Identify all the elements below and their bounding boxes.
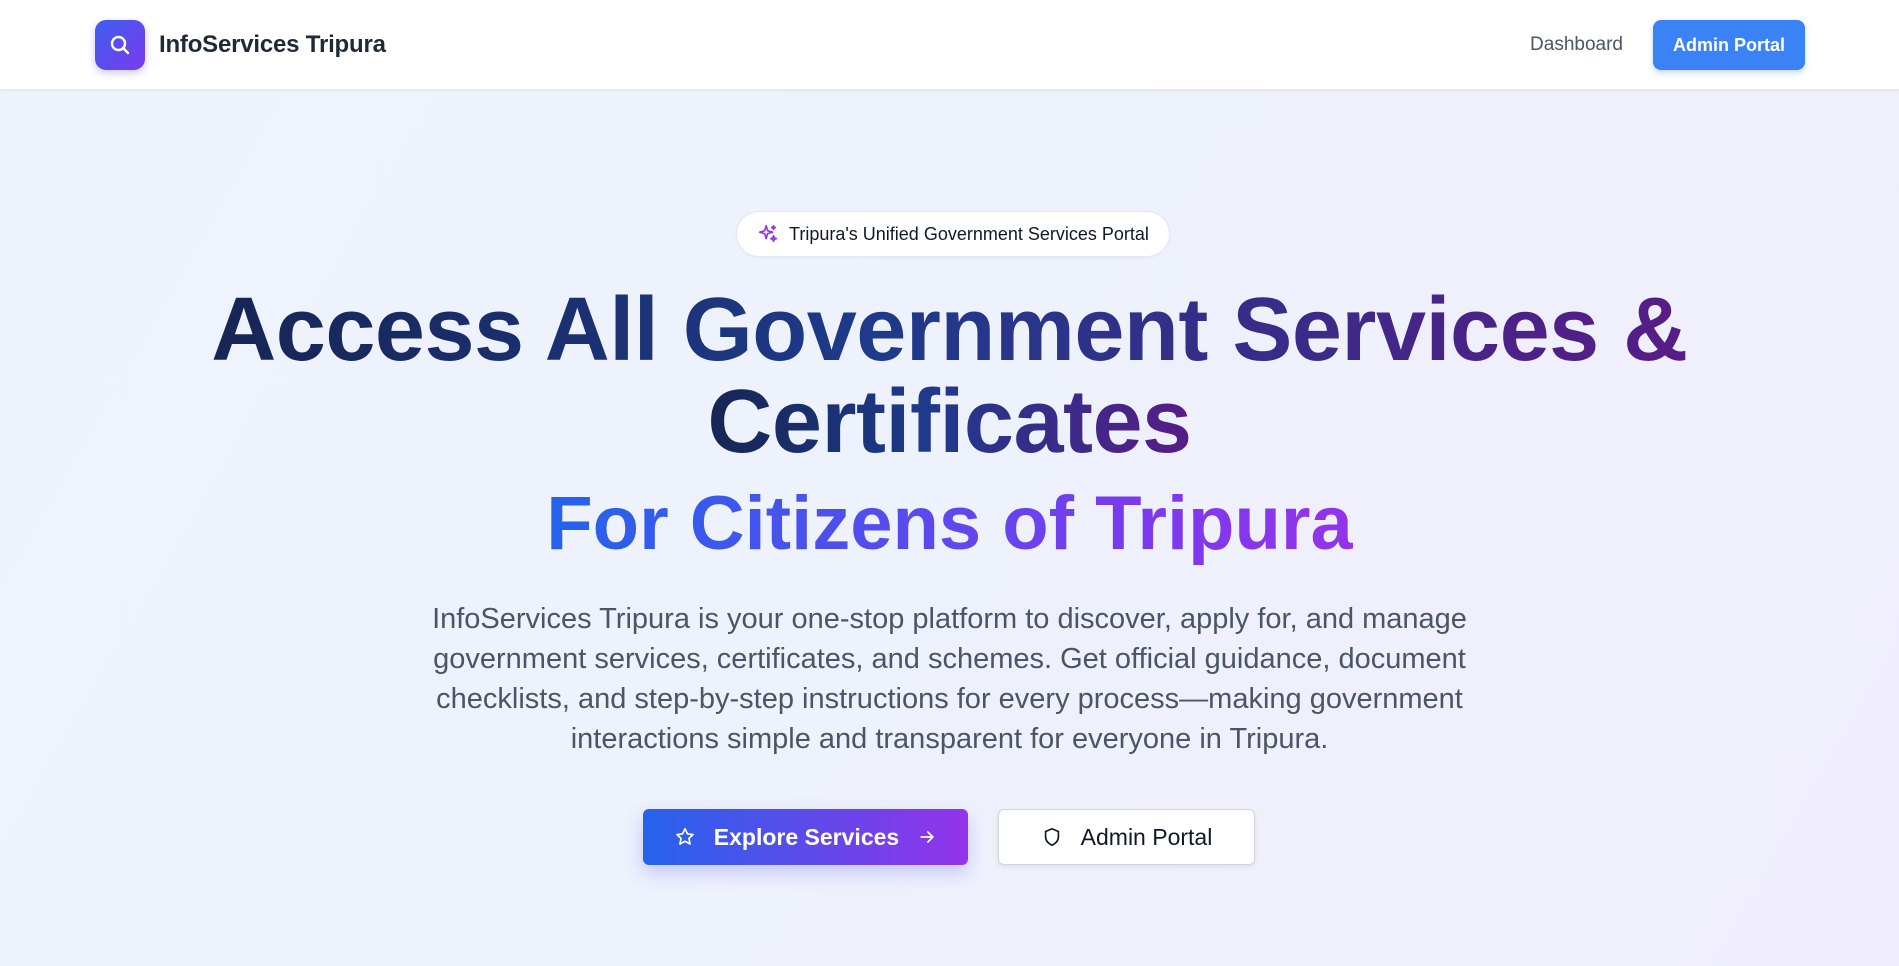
top-nav: Dashboard Admin Portal <box>1530 20 1805 70</box>
shield-icon <box>1041 826 1063 848</box>
search-icon <box>108 33 132 57</box>
sparkles-icon <box>757 223 779 245</box>
portal-badge-text: Tripura's Unified Government Services Po… <box>789 223 1149 244</box>
star-icon <box>674 826 696 848</box>
nav-dashboard-link[interactable]: Dashboard <box>1530 34 1623 56</box>
nav-admin-portal-button[interactable]: Admin Portal <box>1652 20 1805 70</box>
arrow-right-icon <box>917 827 937 847</box>
admin-portal-label: Admin Portal <box>1080 823 1213 850</box>
brand-name: InfoServices Tripura <box>159 31 386 58</box>
brand[interactable]: InfoServices Tripura <box>95 20 386 70</box>
hero-headline-line1: Access All Government Services & <box>211 280 1688 380</box>
hero-subheadline-text: For Citizens of Tripura <box>546 479 1353 569</box>
explore-services-button[interactable]: Explore Services <box>643 809 968 865</box>
brand-logo[interactable] <box>95 20 145 70</box>
portal-badge: Tripura's Unified Government Services Po… <box>736 211 1170 257</box>
hero-description: InfoServices Tripura is your one-stop pl… <box>432 603 1467 755</box>
top-navbar: InfoServices Tripura Dashboard Admin Por… <box>0 0 1899 90</box>
hero-headline-line2: Certificates <box>707 372 1192 472</box>
hero-headline: Access All Government Services & Certifi… <box>0 284 1899 468</box>
hero-section: Tripura's Unified Government Services Po… <box>0 89 1899 966</box>
admin-portal-button[interactable]: Admin Portal <box>998 809 1255 865</box>
explore-services-label: Explore Services <box>713 823 900 850</box>
hero-subheadline: For Citizens of Tripura <box>0 479 1899 569</box>
hero-cta-row: Explore Services Admin Portal <box>643 809 1255 865</box>
